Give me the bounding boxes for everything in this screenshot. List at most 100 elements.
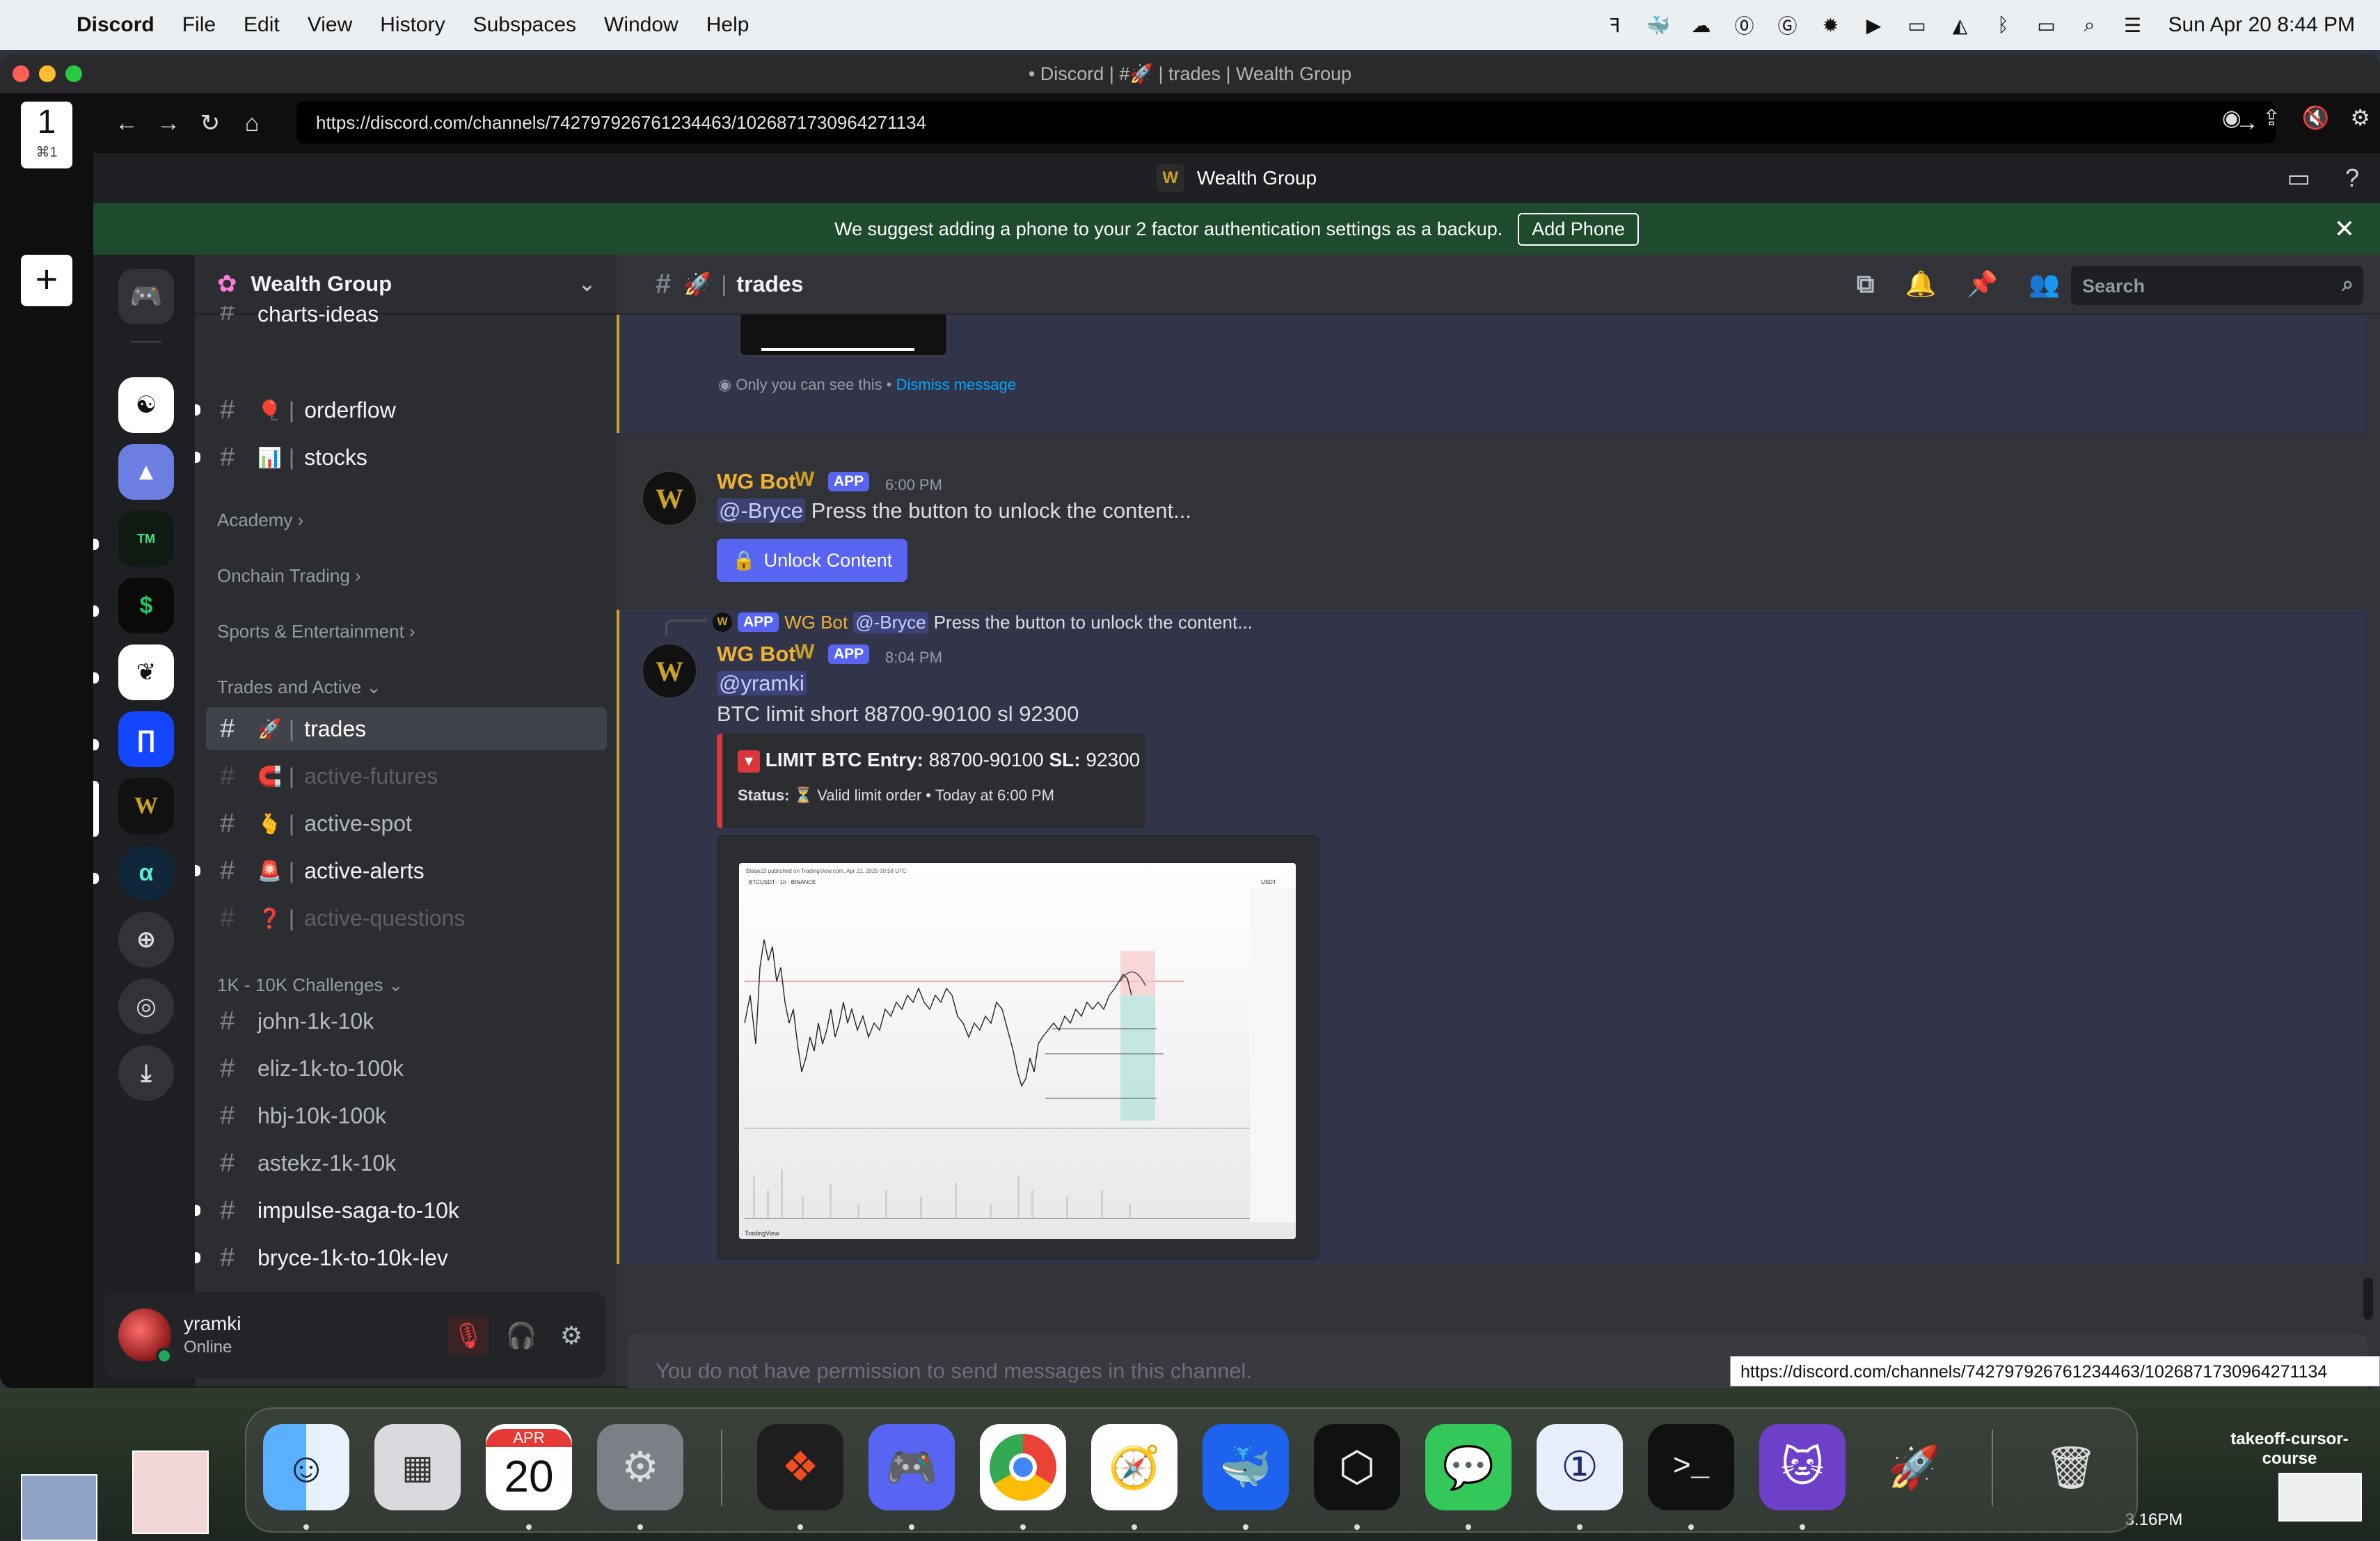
desktop-file-thumbnail[interactable] [21, 1474, 97, 1541]
desktop-file-thumbnail[interactable] [2278, 1473, 2362, 1522]
messages-icon[interactable]: 💬 [1425, 1424, 1512, 1510]
menu-app-name[interactable]: Discord [77, 13, 154, 37]
search-icon[interactable]: ⌕ [2342, 273, 2354, 297]
system-settings-icon[interactable]: ⚙ [597, 1424, 683, 1510]
channel-item-hbj-10k-100k[interactable]: # hbj-10k-100k [206, 1094, 607, 1137]
minimize-window-button[interactable] [39, 65, 56, 82]
search-input[interactable]: Search ⌕ [2071, 266, 2363, 305]
forward-arrow-icon[interactable]: → [148, 110, 189, 137]
discord-icon[interactable]: 🎮 [868, 1424, 955, 1510]
channel-item-bryce-1k-to-10k-lev[interactable]: # bryce-1k-to-10k-lev [195, 1236, 607, 1279]
menu-help[interactable]: Help [706, 13, 749, 37]
download-icon[interactable]: ⤓ [118, 1045, 174, 1101]
message-author[interactable]: WG Bot [717, 469, 796, 494]
space-1-tile[interactable]: 1 ⌘1 [21, 102, 72, 168]
server-icon-6[interactable]: ∏ [118, 711, 174, 767]
channel-item-stocks[interactable]: # 📊 | stocks [195, 436, 607, 479]
server-icon-5[interactable]: ❦ [118, 645, 174, 700]
chart-image-attachment[interactable]: Blaqe23 published on TradingView.com, Ap… [717, 835, 1319, 1260]
desktop-file-label[interactable]: takeoff-cursor-course [2213, 1430, 2366, 1469]
channel-item-active-futures[interactable]: # 🧲 | active-futures [206, 754, 607, 798]
explore-servers-icon[interactable]: ◎ [118, 979, 174, 1034]
mute-tab-icon[interactable]: 🔇 [2301, 104, 2329, 131]
menu-history[interactable]: History [380, 13, 445, 37]
scrollbar-thumb[interactable] [2363, 1278, 2373, 1320]
user-settings-gear-icon[interactable]: ⚙ [551, 1315, 592, 1356]
inbox-icon[interactable]: ▭ [2287, 164, 2310, 193]
bed-icon[interactable]: ▭ [1905, 13, 1928, 37]
profile-icon[interactable]: ◉ [2222, 104, 2242, 131]
category-onchain-trading[interactable]: Onchain Trading › [217, 565, 361, 587]
wg-bot-avatar[interactable]: W [642, 471, 697, 526]
channel-item-partial[interactable]: # charts-ideas [206, 306, 607, 327]
category-sports-entertainment[interactable]: Sports & Entertainment › [217, 621, 415, 642]
channel-item-active-alerts[interactable]: # 🚨 | active-alerts [195, 849, 607, 892]
menu-subspaces[interactable]: Subspaces [473, 13, 576, 37]
message-author[interactable]: WG Bot [717, 642, 796, 667]
channel-item-astekz-1k-10k[interactable]: # astekz-1k-10k [206, 1141, 607, 1185]
notification-bell-icon[interactable]: 🔔 [1905, 269, 1937, 299]
server-icon-wealth-group[interactable]: W [118, 778, 174, 834]
desktop-file-thumbnail[interactable] [132, 1451, 209, 1534]
channel-item-impulse-saga-to-10k[interactable]: # impulse-saga-to-10k [195, 1189, 607, 1232]
grammarly-status-icon[interactable]: Ⓖ [1775, 13, 1799, 37]
battery-icon[interactable]: ▭ [2034, 13, 2058, 37]
user-mention[interactable]: @-Bryce [853, 611, 928, 633]
reply-reference[interactable]: W APP WG Bot @-Bryce Press the button to… [665, 610, 1253, 635]
channel-item-orderflow[interactable]: # 🎈 | orderflow [195, 388, 607, 432]
trash-icon[interactable]: 🗑 [2028, 1424, 2114, 1510]
menu-file[interactable]: File [182, 13, 216, 37]
play-circle-icon[interactable]: ▶ [1862, 13, 1885, 37]
menu-window[interactable]: Window [604, 13, 679, 37]
channel-item-eliz-1k-to-100k[interactable]: # eliz-1k-to-100k [206, 1047, 607, 1090]
back-arrow-icon[interactable]: ← [106, 110, 148, 137]
close-icon[interactable]: ✕ [2334, 214, 2355, 244]
docker-status-icon[interactable]: 🐳 [1646, 13, 1670, 37]
user-mention[interactable]: @-Bryce [717, 498, 806, 523]
docker-icon[interactable]: 🐳 [1203, 1424, 1289, 1510]
pin-icon[interactable]: 📌 [1967, 269, 1998, 299]
channel-item-active-spot[interactable]: # 🫰 | active-spot [206, 802, 607, 845]
mic-muted-icon[interactable]: 🎙 [448, 1315, 489, 1356]
headphones-icon[interactable]: 🎧 [501, 1315, 541, 1356]
channel-item-trades[interactable]: # 🚀 | trades [206, 707, 607, 750]
server-icon-2[interactable]: ▲ [118, 444, 174, 500]
figma-status-icon[interactable]: ꟻ [1603, 13, 1626, 37]
server-icon-trading-mastery[interactable]: TM [118, 511, 174, 567]
add-phone-button[interactable]: Add Phone [1518, 212, 1639, 246]
creative-cloud-icon[interactable]: ☁ [1689, 13, 1713, 37]
menu-edit[interactable]: Edit [244, 13, 280, 37]
add-server-icon[interactable]: ⊕ [118, 912, 174, 967]
github-desktop-icon[interactable]: 🐱 [1759, 1424, 1846, 1510]
channel-item-active-questions[interactable]: # ❓ | active-questions [206, 896, 607, 940]
onepassword-icon[interactable]: ① [1537, 1424, 1623, 1510]
calendar-icon[interactable]: APR 20 [486, 1424, 572, 1510]
launchpad-icon[interactable]: ▦ [374, 1424, 461, 1510]
chrome-icon[interactable] [980, 1424, 1066, 1510]
spotlight-search-icon[interactable]: ⌕ [2077, 13, 2101, 37]
brightness-icon[interactable]: ✹ [1818, 13, 1842, 37]
chevron-down-icon[interactable]: ⌄ [578, 272, 596, 297]
server-icon-alpha[interactable]: α [118, 845, 174, 901]
safari-icon[interactable]: 🧭 [1091, 1424, 1177, 1510]
terminal-icon[interactable]: >_ [1648, 1424, 1734, 1510]
home-icon[interactable]: ⌂ [231, 110, 273, 137]
zoom-window-button[interactable] [65, 65, 82, 82]
user-mention[interactable]: @yramki [717, 671, 807, 695]
share-icon[interactable]: ⇪ [2262, 104, 2281, 131]
add-space-button[interactable]: + [21, 255, 72, 306]
close-window-button[interactable] [13, 65, 29, 82]
category-trades-and-active[interactable]: Trades and Active ⌄ [217, 677, 381, 698]
control-center-icon[interactable]: ☰ [2120, 13, 2144, 37]
address-bar[interactable]: https://discord.com/channels/74279792676… [296, 102, 2276, 143]
dismiss-message-link[interactable]: Dismiss message [896, 376, 1016, 393]
cursor-icon[interactable]: ⬡ [1314, 1424, 1400, 1510]
channel-item-john-1k-10k[interactable]: # john-1k-10k [206, 999, 607, 1043]
category-challenges[interactable]: 1K - 10K Challenges ⌄ [217, 974, 404, 996]
category-academy[interactable]: Academy › [217, 509, 303, 531]
server-icon-1[interactable]: ☯ [118, 377, 174, 433]
discord-home-icon[interactable]: 🎮 [118, 269, 174, 324]
reload-icon[interactable]: ↻ [189, 109, 231, 137]
threads-icon[interactable]: ⧉ [1857, 269, 1875, 299]
help-icon[interactable]: ? [2345, 164, 2359, 193]
